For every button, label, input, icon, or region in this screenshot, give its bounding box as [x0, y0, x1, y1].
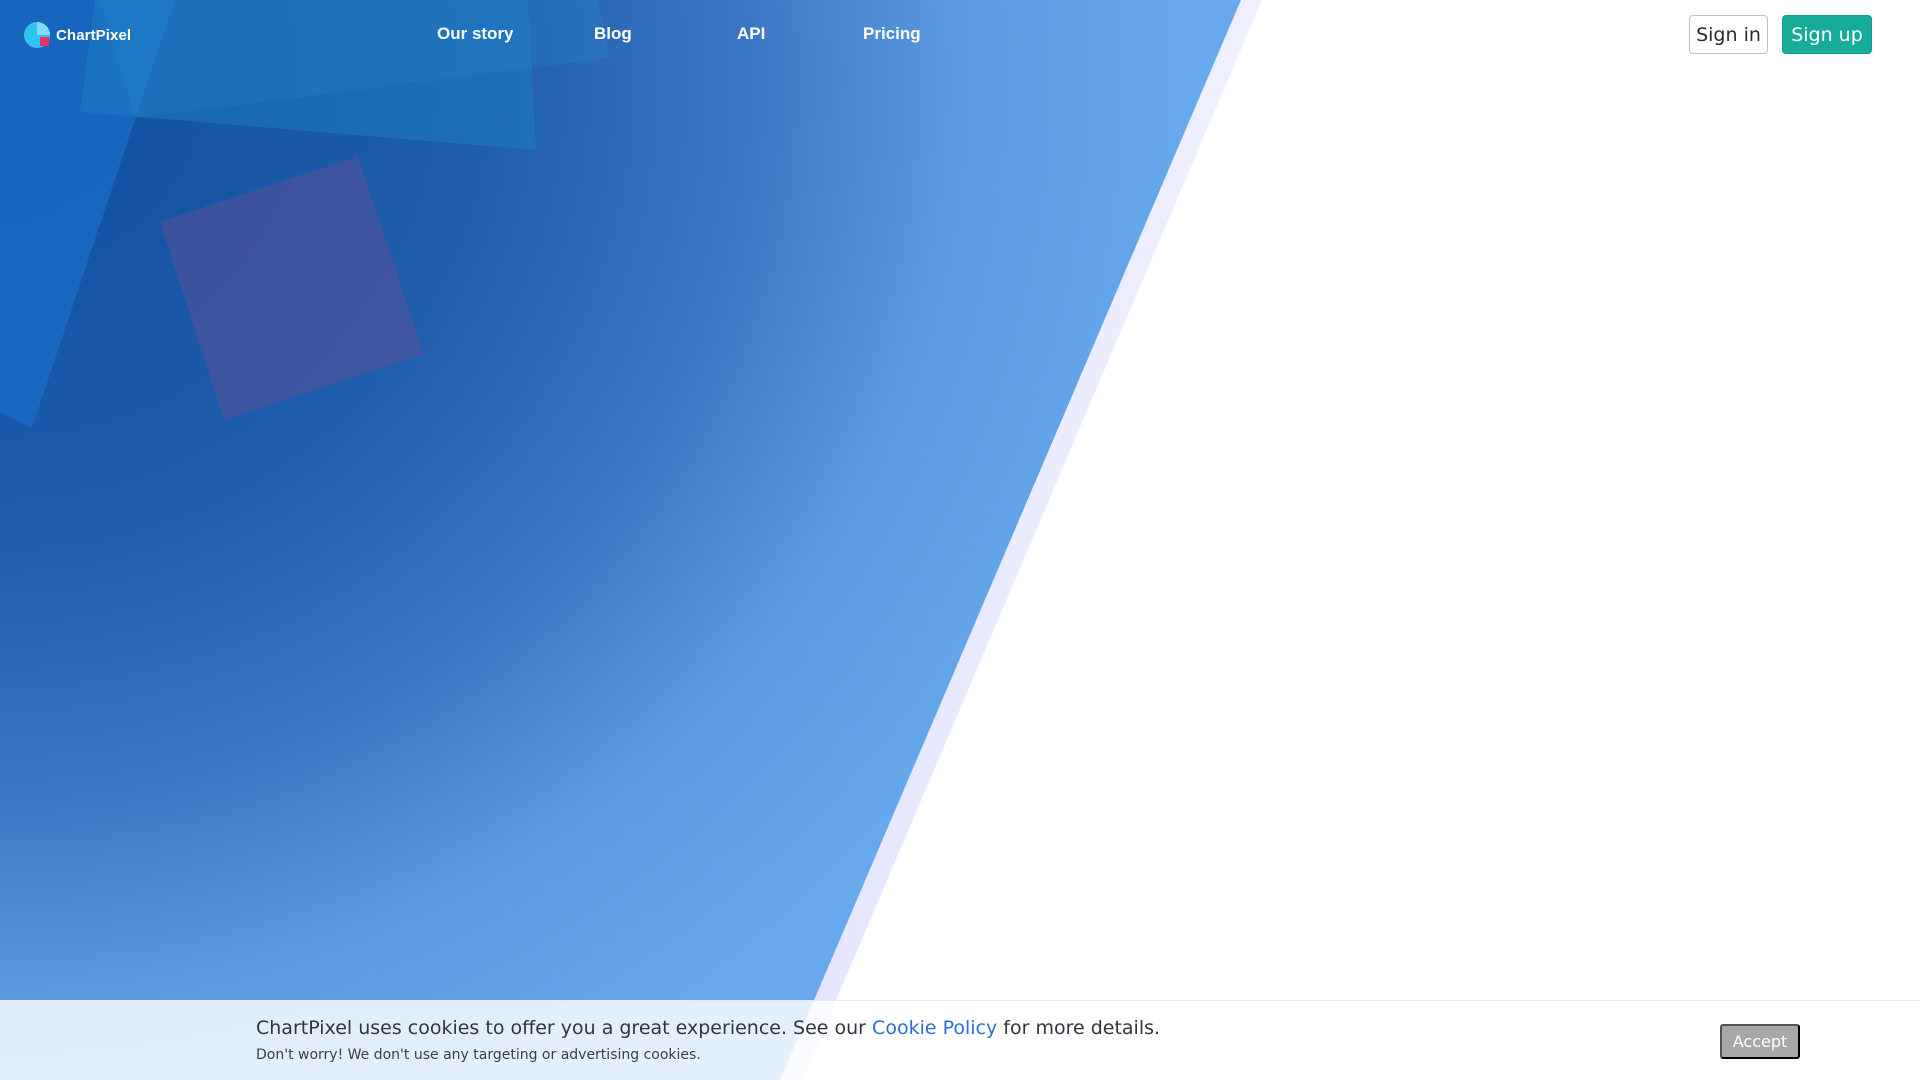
- nav-pricing[interactable]: Pricing: [863, 24, 921, 44]
- nav-our-story[interactable]: Our story: [437, 24, 514, 44]
- cookie-message: ChartPixel uses cookies to offer you a g…: [256, 1017, 1160, 1039]
- landing-page: ChartPixel Our story Blog API Pricing Si…: [0, 0, 1920, 1080]
- sign-up-button[interactable]: Sign up: [1782, 15, 1872, 54]
- sign-in-button[interactable]: Sign in: [1689, 15, 1768, 54]
- cookie-message-suffix: for more details.: [997, 1017, 1161, 1039]
- hero-background: [0, 0, 1241, 1080]
- chartpixel-logo-icon: [23, 20, 53, 50]
- cookie-message-text: ChartPixel uses cookies to offer you a g…: [256, 1017, 873, 1039]
- cookie-policy-link[interactable]: Cookie Policy: [872, 1017, 997, 1039]
- cookie-subtext: Don't worry! We don't use any targeting …: [256, 1047, 701, 1063]
- cookie-banner: ChartPixel uses cookies to offer you a g…: [0, 1000, 1920, 1080]
- nav-blog[interactable]: Blog: [594, 24, 632, 44]
- site-header: ChartPixel Our story Blog API Pricing Si…: [0, 0, 1920, 70]
- brand-name: ChartPixel: [56, 26, 132, 44]
- brand-logo-link[interactable]: ChartPixel: [23, 20, 131, 50]
- nav-api[interactable]: API: [737, 24, 765, 44]
- accept-cookies-button[interactable]: Accept: [1720, 1024, 1800, 1059]
